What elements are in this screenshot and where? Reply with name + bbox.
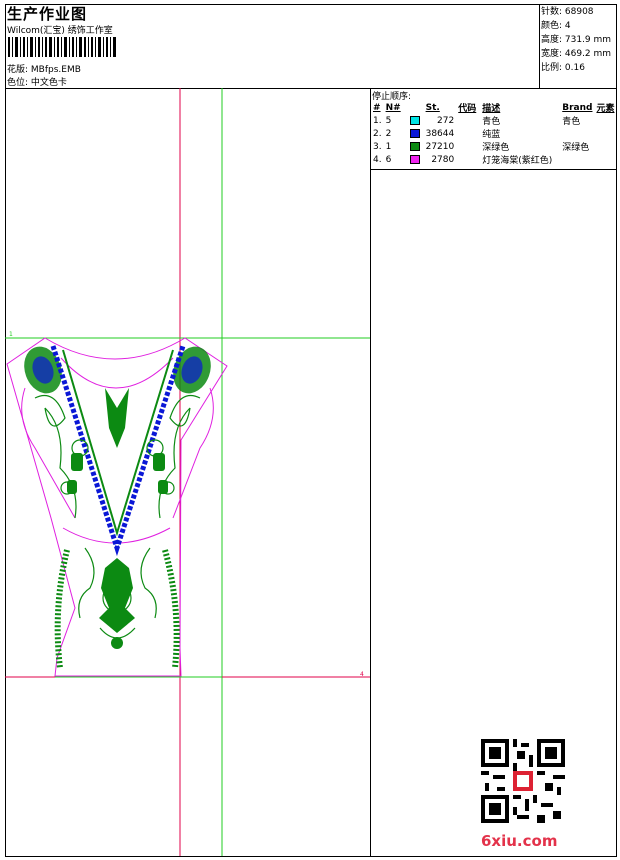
color-label: 色位: [7, 78, 29, 88]
pattern-value: MBfps.EMB [30, 65, 81, 75]
right-seam [172, 387, 214, 519]
pattern-line: 花版: MBfps.EMB [7, 62, 81, 75]
col-index: # [373, 102, 381, 113]
row-code [456, 127, 480, 140]
row-description: 深绿色 [482, 143, 510, 153]
row-brand: 青色 [562, 117, 581, 127]
row-element [594, 114, 616, 127]
row-code [456, 153, 480, 166]
stitch-count: 针数: 68908 [541, 7, 594, 17]
floral-solid [67, 388, 168, 649]
row-swatch [408, 153, 424, 166]
row-code [456, 114, 480, 127]
page-title: 生产作业图 [7, 5, 88, 23]
row-description: 灯笼海棠(紫红色) [482, 156, 553, 166]
thread-row: 1. 5 272 青色 青色 [371, 114, 616, 127]
thread-table-header: # N# St. 代码 描述 Brand 元素 [371, 101, 616, 115]
stats-panel: 针数: 68908 颜色: 4 高度: 731.9 mm 宽度: 469.2 m… [541, 5, 611, 75]
col-swatch [408, 101, 424, 114]
row-brand [560, 153, 594, 166]
panel-divider [370, 88, 371, 857]
pattern-label: 花版: [7, 65, 29, 75]
row-element [594, 153, 616, 166]
row-needle: 5 [385, 115, 392, 126]
color-value: 中文色卡 [30, 78, 67, 88]
studio-subtitle: Wilcom(汇宝) 绣饰工作室 [7, 26, 113, 36]
row-needle: 1 [385, 141, 392, 152]
col-stitches: St. [425, 102, 440, 113]
barcode [8, 37, 116, 57]
row-index: 2. [373, 128, 382, 139]
color-swatch [409, 128, 420, 138]
row-element [594, 140, 616, 153]
row-swatch [408, 114, 424, 127]
left-seam [21, 387, 76, 519]
row-index: 1. [373, 115, 382, 126]
row-brand [560, 127, 594, 140]
color-line: 色位: 中文色卡 [7, 75, 67, 88]
design-height: 高度: 731.9 mm [541, 35, 612, 45]
header-divider [539, 4, 540, 88]
qr-code [481, 739, 565, 823]
row-needle: 6 [385, 154, 392, 165]
col-needle: N# [385, 102, 401, 113]
neckline-outline [60, 357, 174, 389]
color-swatch [409, 154, 420, 164]
site-logo: 6xiu.com [481, 832, 558, 850]
col-brand: Brand [562, 102, 593, 113]
row-swatch [408, 140, 424, 153]
embroidery-preview: 1 4 [5, 88, 370, 856]
row-swatch [408, 127, 424, 140]
marker-left: 1 [9, 331, 13, 338]
design-width: 宽度: 469.2 mm [541, 49, 612, 59]
row-description: 纯蓝 [482, 130, 501, 140]
row-brand: 深绿色 [562, 143, 590, 153]
row-index: 3. [373, 141, 382, 152]
col-element: 元素 [596, 104, 615, 114]
table-bottom-rule [370, 169, 617, 170]
row-code [456, 140, 480, 153]
color-swatch [409, 141, 420, 151]
row-stitches: 27210 [425, 141, 455, 152]
row-stitches: 2780 [431, 154, 455, 165]
row-stitches: 38644 [425, 128, 455, 139]
color-swatch [409, 115, 420, 125]
row-description: 青色 [482, 117, 501, 127]
thread-row: 4. 6 2780 灯笼海棠(紫红色) [371, 153, 616, 166]
row-stitches: 272 [437, 115, 455, 126]
thread-row: 3. 1 27210 深绿色 深绿色 [371, 140, 616, 153]
row-index: 4. [373, 154, 382, 165]
thread-table: # N# St. 代码 描述 Brand 元素 1. 5 272 青色 青色 2. 2 386… [371, 101, 616, 167]
col-description: 描述 [482, 104, 501, 114]
col-code: 代码 [458, 104, 477, 114]
row-element [594, 127, 616, 140]
design-scale: 比例: 0.16 [541, 63, 585, 73]
row-needle: 2 [385, 128, 392, 139]
thread-row: 2. 2 38644 纯蓝 [371, 127, 616, 140]
marker-right: 4 [360, 671, 364, 678]
color-count: 颜色: 4 [541, 21, 571, 31]
